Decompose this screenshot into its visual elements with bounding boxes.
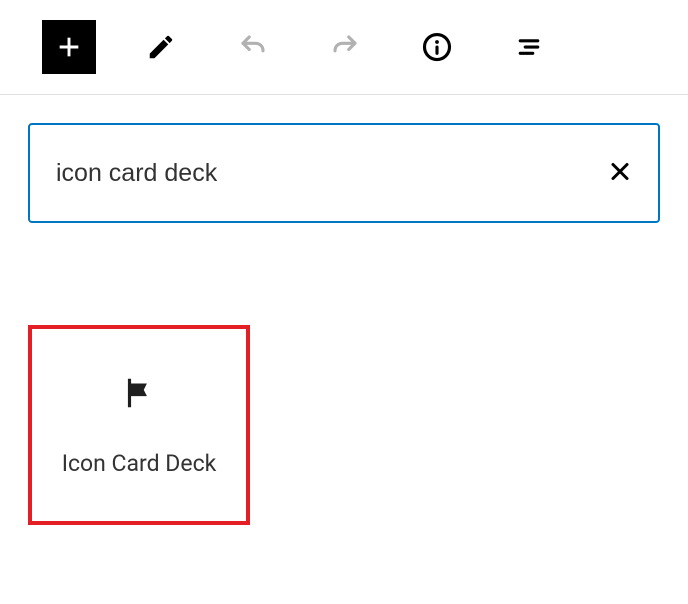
- plus-icon: [55, 33, 83, 61]
- undo-button[interactable]: [226, 20, 280, 74]
- info-icon: [422, 32, 452, 62]
- list-icon: [514, 32, 544, 62]
- outline-button[interactable]: [502, 20, 556, 74]
- block-card-label: Icon Card Deck: [62, 450, 217, 477]
- search-results: Icon Card Deck: [0, 223, 688, 525]
- pencil-icon: [146, 32, 176, 62]
- edit-button[interactable]: [134, 20, 188, 74]
- editor-toolbar: [0, 0, 688, 95]
- search-container: [28, 123, 660, 223]
- clear-search-button[interactable]: [600, 152, 640, 195]
- undo-icon: [238, 32, 268, 62]
- flag-icon: [120, 374, 158, 412]
- redo-button[interactable]: [318, 20, 372, 74]
- info-button[interactable]: [410, 20, 464, 74]
- block-card-icon-card-deck[interactable]: Icon Card Deck: [28, 325, 250, 525]
- add-block-button[interactable]: [42, 20, 96, 74]
- redo-icon: [330, 32, 360, 62]
- block-search-input[interactable]: [28, 123, 660, 223]
- close-icon: [608, 160, 632, 184]
